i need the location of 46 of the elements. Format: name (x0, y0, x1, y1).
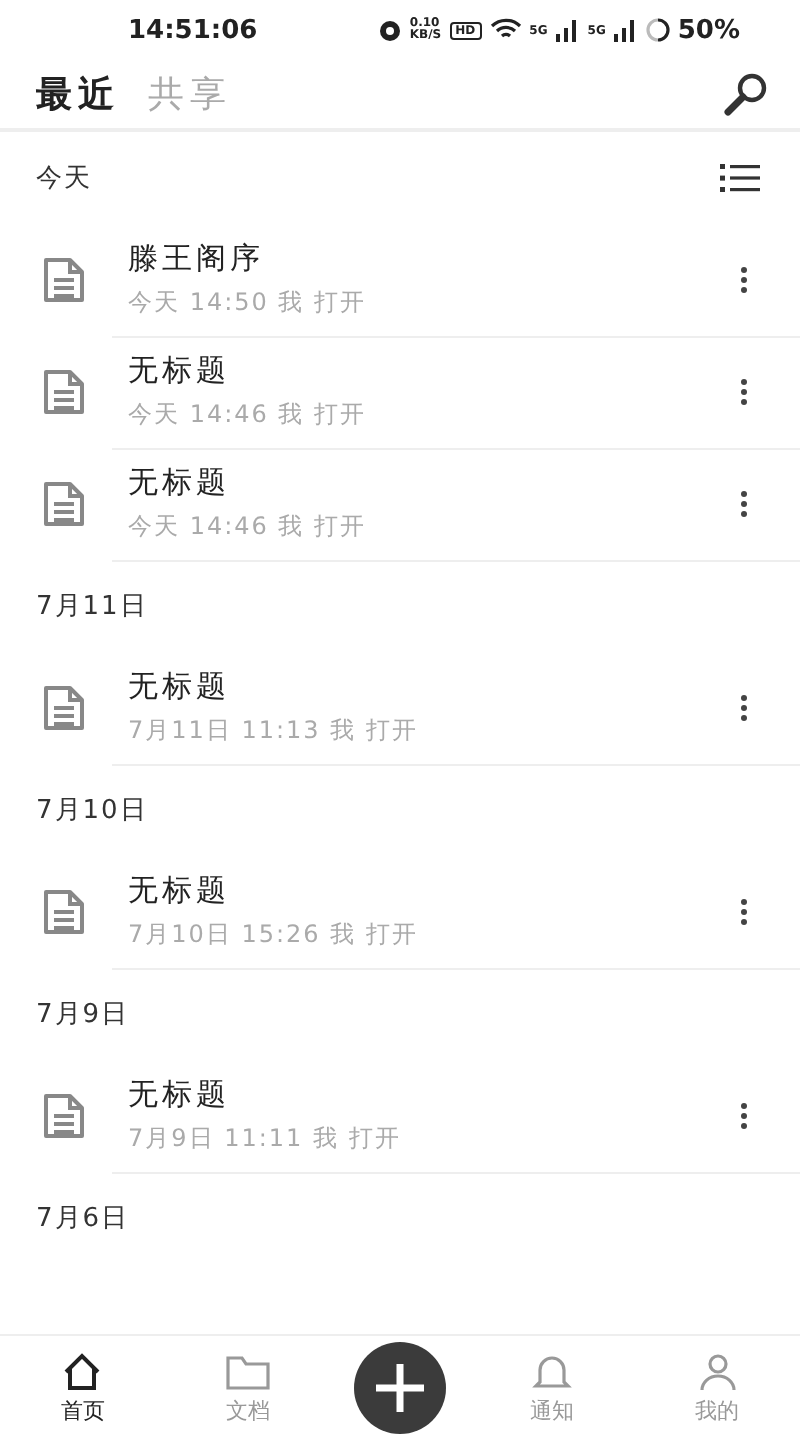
document-title[interactable]: 无标题 (128, 463, 712, 501)
folder-icon (224, 1351, 273, 1391)
section-date: 7月11日 (36, 590, 150, 624)
status-time: 14:51:06 (128, 15, 260, 45)
list-view-icon[interactable] (720, 162, 760, 194)
signal-icon (555, 19, 580, 41)
document-title[interactable]: 无标题 (128, 1075, 712, 1113)
nav-item[interactable]: 首页 (22, 1351, 143, 1425)
wifi-icon (489, 18, 522, 42)
document-title[interactable]: 无标题 (128, 667, 712, 705)
document-icon (40, 254, 88, 306)
document-meta: 7月10日 15:26 我 打开 (128, 917, 420, 951)
search-icon[interactable] (724, 72, 768, 116)
tab[interactable]: 最近 (36, 70, 120, 118)
battery-level: 50% (677, 15, 740, 45)
alarm-icon (377, 18, 402, 42)
document-title[interactable]: 滕王阁序 (128, 239, 712, 277)
more-icon (740, 1101, 748, 1129)
document-title[interactable]: 无标题 (128, 351, 712, 389)
section-date: 7月6日 (36, 1202, 132, 1236)
signal-icon (613, 19, 638, 41)
bell-icon (531, 1351, 572, 1391)
document-icon (40, 886, 88, 938)
document-icon (40, 478, 88, 530)
document-icon (40, 1090, 88, 1142)
document-icon (40, 366, 88, 418)
home-icon (62, 1351, 103, 1391)
more-icon (740, 489, 748, 517)
document-meta: 今天 14:50 我 打开 (128, 285, 369, 319)
document-title[interactable]: 无标题 (128, 871, 712, 909)
more-icon (740, 265, 748, 293)
plus-icon (373, 1362, 426, 1414)
more-icon (740, 897, 748, 925)
document-icon (40, 682, 88, 734)
more-icon (740, 693, 748, 721)
battery-icon (645, 18, 670, 42)
document-meta: 今天 14:46 我 打开 (128, 509, 369, 543)
section-date: 7月9日 (36, 998, 132, 1032)
document-meta: 今天 14:46 我 打开 (128, 397, 369, 431)
document-meta: 7月9日 11:11 我 打开 (128, 1121, 403, 1155)
add-button[interactable] (353, 1342, 446, 1434)
section-date: 今天 (36, 162, 94, 196)
user-icon (697, 1351, 738, 1391)
section-date: 7月10日 (36, 794, 150, 828)
document-meta: 7月11日 11:13 我 打开 (128, 713, 420, 747)
more-icon (740, 377, 748, 405)
